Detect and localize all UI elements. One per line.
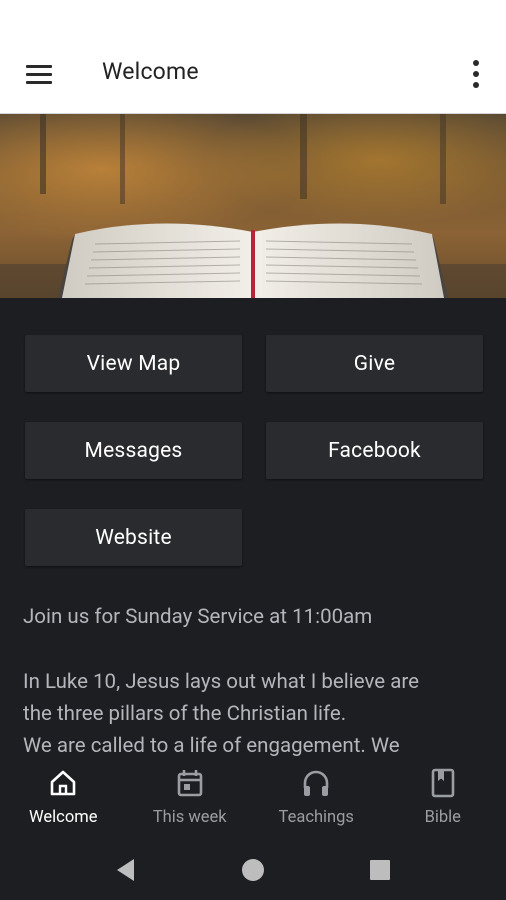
facebook-button[interactable]: Facebook [266, 422, 483, 479]
bookmark-book-icon [431, 768, 455, 798]
nav-item-this-week[interactable]: This week [127, 758, 254, 840]
status-bar [0, 0, 506, 34]
hero-image [0, 114, 506, 298]
view-map-button[interactable]: View Map [25, 335, 242, 392]
nav-item-welcome[interactable]: Welcome [0, 758, 127, 840]
home-icon [50, 770, 76, 796]
content-area: View Map Give Messages Facebook Website … [0, 298, 506, 758]
open-bible-image [0, 114, 506, 298]
home-circle-icon[interactable] [237, 854, 269, 886]
page-title: Welcome [102, 58, 199, 85]
recents-icon[interactable] [364, 854, 396, 886]
nav-item-teachings[interactable]: Teachings [253, 758, 380, 840]
hamburger-menu-icon[interactable] [22, 58, 58, 90]
message-line: In Luke 10, Jesus lays out what I believ… [23, 670, 419, 694]
nav-label: Bible [424, 808, 461, 827]
service-text: Join us for Sunday Service at 11:00am [23, 605, 373, 629]
more-vert-icon[interactable] [464, 56, 488, 92]
nav-label: This week [152, 808, 227, 827]
nav-label: Welcome [29, 808, 98, 827]
message-line: We are called to a life of engagement. W… [23, 734, 400, 758]
calendar-icon [177, 770, 203, 797]
give-button[interactable]: Give [266, 335, 483, 392]
nav-label: Teachings [278, 808, 354, 827]
message-line: the three pillars of the Christian life. [23, 702, 347, 726]
app-bar: Welcome [0, 34, 506, 114]
headphones-icon [303, 770, 329, 796]
bottom-nav: Welcome This week Teachings Bible [0, 758, 506, 840]
message-text: In Luke 10, Jesus lays out what I believ… [23, 666, 493, 758]
nav-item-bible[interactable]: Bible [380, 758, 506, 840]
website-button[interactable]: Website [25, 509, 242, 566]
messages-button[interactable]: Messages [25, 422, 242, 479]
system-nav-bar [0, 840, 506, 900]
back-icon[interactable] [110, 854, 142, 886]
